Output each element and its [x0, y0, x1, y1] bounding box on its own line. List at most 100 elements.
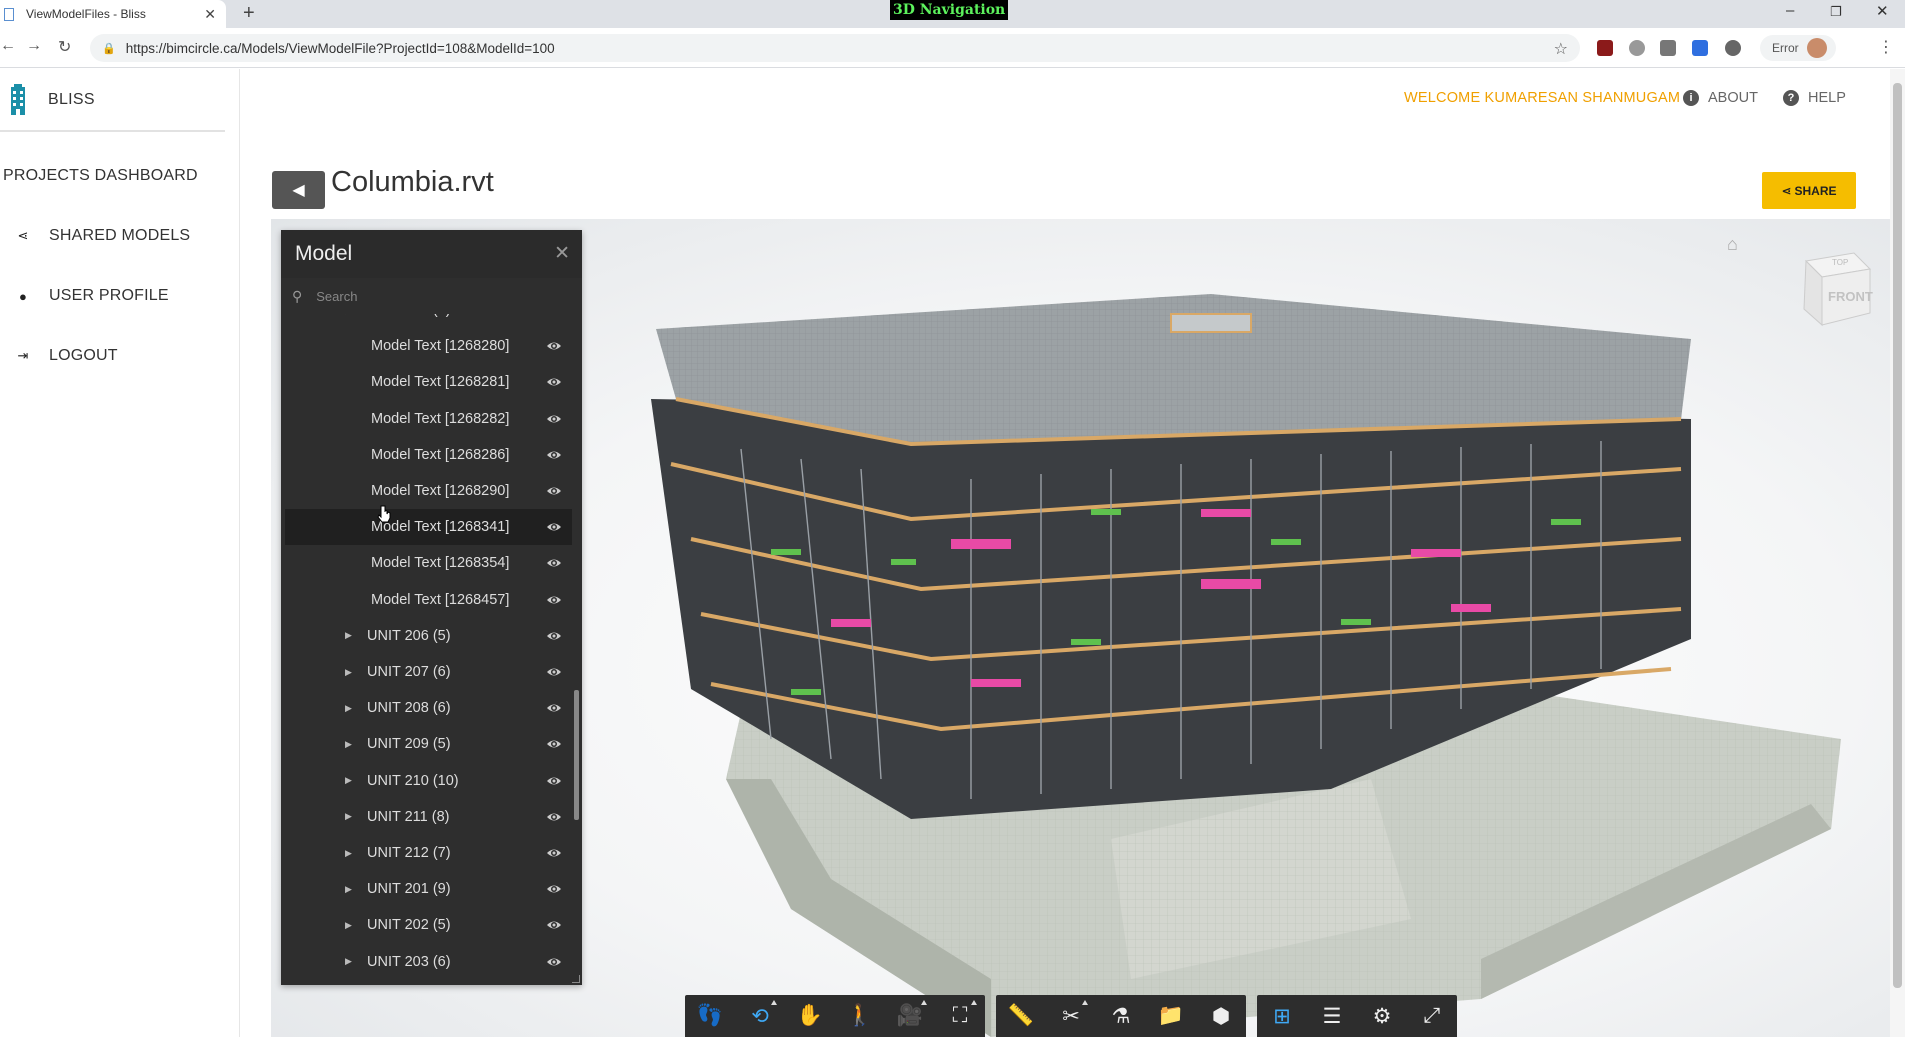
explode-icon[interactable]: ⚗ [1096, 995, 1146, 1037]
about-link[interactable]: i ABOUT [1683, 90, 1758, 106]
tree-item-row[interactable]: Model Text [1268457] [285, 582, 572, 618]
expand-caret-icon[interactable]: ▶ [345, 630, 352, 641]
view-cube[interactable]: TOP FRONT [1796, 249, 1876, 329]
camera-icon[interactable]: 🎥 [885, 995, 935, 1037]
tree-group-row[interactable]: ▶ UNIT 206 (5) [285, 618, 572, 654]
panel-scrollbar-thumb[interactable] [574, 690, 579, 820]
search-input[interactable] [316, 288, 557, 304]
model-browser-icon[interactable]: ⊞ [1257, 995, 1307, 1037]
pdf-extension-icon[interactable] [1597, 40, 1613, 56]
expand-caret-icon[interactable]: ▶ [345, 884, 352, 895]
visibility-eye-icon[interactable] [546, 520, 562, 534]
walk-icon[interactable]: 🚶 [835, 995, 885, 1037]
tree-item-row[interactable]: Model Text [1268286] [285, 437, 572, 473]
expand-caret-icon[interactable]: ▶ [345, 811, 352, 822]
orbit-icon[interactable]: ⟲ [735, 995, 785, 1037]
close-tab-icon[interactable]: ✕ [204, 6, 216, 23]
properties-icon[interactable]: ☰ [1307, 995, 1357, 1037]
model-tree[interactable]: ▶ UNIT 205 (8) Model Text [1268280] Model T… [281, 314, 572, 996]
visibility-eye-icon[interactable] [546, 774, 562, 788]
address-bar[interactable]: 🔒 https://bimcircle.ca/Models/ViewModelF… [90, 34, 1580, 62]
panel-scrollbar[interactable] [574, 314, 580, 996]
tree-group-row[interactable]: ▶ UNIT 205 (8) [285, 314, 572, 328]
visibility-eye-icon[interactable] [546, 484, 562, 498]
browser-menu-icon[interactable]: ⋮ [1878, 37, 1894, 57]
visibility-eye-icon[interactable] [546, 665, 562, 679]
expand-caret-icon[interactable]: ▶ [345, 739, 352, 750]
pan-icon[interactable]: ✋ [785, 995, 835, 1037]
reload-icon[interactable]: ↻ [58, 37, 71, 57]
brand[interactable]: BLISS [8, 83, 95, 117]
tree-item-row[interactable]: Model Text [1268281] [285, 364, 572, 400]
nav-user-profile[interactable]: ● USER PROFILE [0, 287, 169, 305]
measure-icon[interactable]: 📏 [996, 995, 1046, 1037]
visibility-eye-icon[interactable] [546, 448, 562, 462]
page-scrollbar-thumb[interactable] [1893, 83, 1902, 988]
tree-group-row[interactable]: ▶ UNIT 211 (8) [285, 799, 572, 835]
tree-item-row[interactable]: Model Text [1268341] [285, 509, 572, 546]
tree-group-row[interactable]: ▶ UNIT 207 (6) [285, 654, 572, 690]
nav-shared-models[interactable]: ⋖ SHARED MODELS [0, 227, 190, 245]
visibility-eye-icon[interactable] [546, 412, 562, 426]
visibility-eye-icon[interactable] [546, 882, 562, 896]
zoom-window-icon[interactable]: ⛶ [935, 995, 985, 1037]
nav-projects-dashboard[interactable]: PROJECTS DASHBOARD [0, 167, 198, 185]
visibility-eye-icon[interactable] [546, 629, 562, 643]
tree-group-row[interactable]: ▶ UNIT 208 (6) [285, 690, 572, 726]
resize-handle[interactable] [572, 975, 580, 983]
forward-arrow-icon[interactable]: → [26, 37, 42, 55]
tree-group-row[interactable]: ▶ UNIT 203 (6) [285, 944, 572, 980]
grammar-extension-icon[interactable] [1660, 40, 1676, 56]
panel-header[interactable]: Model ✕ [281, 230, 582, 278]
extension-icon[interactable] [1629, 40, 1645, 56]
back-arrow-icon[interactable]: ← [0, 37, 16, 55]
expand-caret-icon[interactable]: ▶ [345, 703, 352, 714]
page-scrollbar[interactable] [1890, 69, 1905, 1037]
visibility-eye-icon[interactable] [546, 955, 562, 969]
tree-group-row[interactable]: ▶ UNIT 212 (7) [285, 835, 572, 871]
minimize-icon[interactable]: – [1786, 2, 1794, 19]
visibility-eye-icon[interactable] [546, 593, 562, 607]
visibility-eye-icon[interactable] [546, 810, 562, 824]
nav-logout[interactable]: ⇥ LOGOUT [0, 347, 118, 365]
expand-caret-icon[interactable]: ▶ [345, 920, 352, 931]
expand-caret-icon[interactable]: ▶ [345, 314, 352, 316]
visibility-eye-icon[interactable] [546, 737, 562, 751]
bookmark-star-icon[interactable]: ☆ [1554, 39, 1568, 59]
back-button[interactable]: ◀ [272, 171, 325, 209]
tree-group-row[interactable]: ▶ UNIT 201 (9) [285, 871, 572, 907]
tree-item-row[interactable]: Model Text [1268280] [285, 328, 572, 364]
expand-caret-icon[interactable]: ▶ [345, 956, 352, 967]
first-person-icon[interactable]: 👣 [685, 995, 735, 1037]
window-close-icon[interactable]: ✕ [1876, 2, 1889, 20]
home-view-icon[interactable]: ⌂ [1727, 234, 1738, 255]
profile-error-chip[interactable]: Error [1760, 35, 1836, 61]
tree-item-row[interactable]: Model Text [1268282] [285, 401, 572, 437]
share-button[interactable]: ⋖ SHARE [1762, 172, 1856, 209]
new-tab-icon[interactable]: + [243, 2, 255, 25]
visibility-eye-icon[interactable] [546, 314, 562, 317]
visibility-eye-icon[interactable] [546, 339, 562, 353]
tree-item-row[interactable]: Model Text [1268354] [285, 545, 572, 581]
fullscreen-icon[interactable]: ⤢ [1407, 995, 1457, 1037]
tree-group-row[interactable]: ▶ UNIT 202 (5) [285, 907, 572, 943]
settings-icon[interactable]: ⚙ [1357, 995, 1407, 1037]
close-icon[interactable]: ✕ [554, 242, 570, 265]
folder-icon[interactable]: 📁 [1146, 995, 1196, 1037]
screen-extension-icon[interactable] [1692, 40, 1708, 56]
tree-item-row[interactable]: Model Text [1268290] [285, 473, 572, 509]
visibility-eye-icon[interactable] [546, 556, 562, 570]
tree-group-row[interactable]: ▶ UNIT 209 (5) [285, 726, 572, 762]
visibility-eye-icon[interactable] [546, 918, 562, 932]
visibility-eye-icon[interactable] [546, 701, 562, 715]
expand-caret-icon[interactable]: ▶ [345, 775, 352, 786]
record-extension-icon[interactable] [1725, 40, 1741, 56]
expand-caret-icon[interactable]: ▶ [345, 667, 352, 678]
section-icon[interactable]: ✂ [1046, 995, 1096, 1037]
visibility-eye-icon[interactable] [546, 375, 562, 389]
tree-group-row[interactable]: ▶ UNIT 210 (10) [285, 763, 572, 799]
visibility-eye-icon[interactable] [546, 846, 562, 860]
browser-tab[interactable]: ViewModelFiles - Bliss ✕ [0, 0, 226, 28]
expand-caret-icon[interactable]: ▶ [345, 848, 352, 859]
restore-icon[interactable]: ❐ [1830, 4, 1842, 20]
